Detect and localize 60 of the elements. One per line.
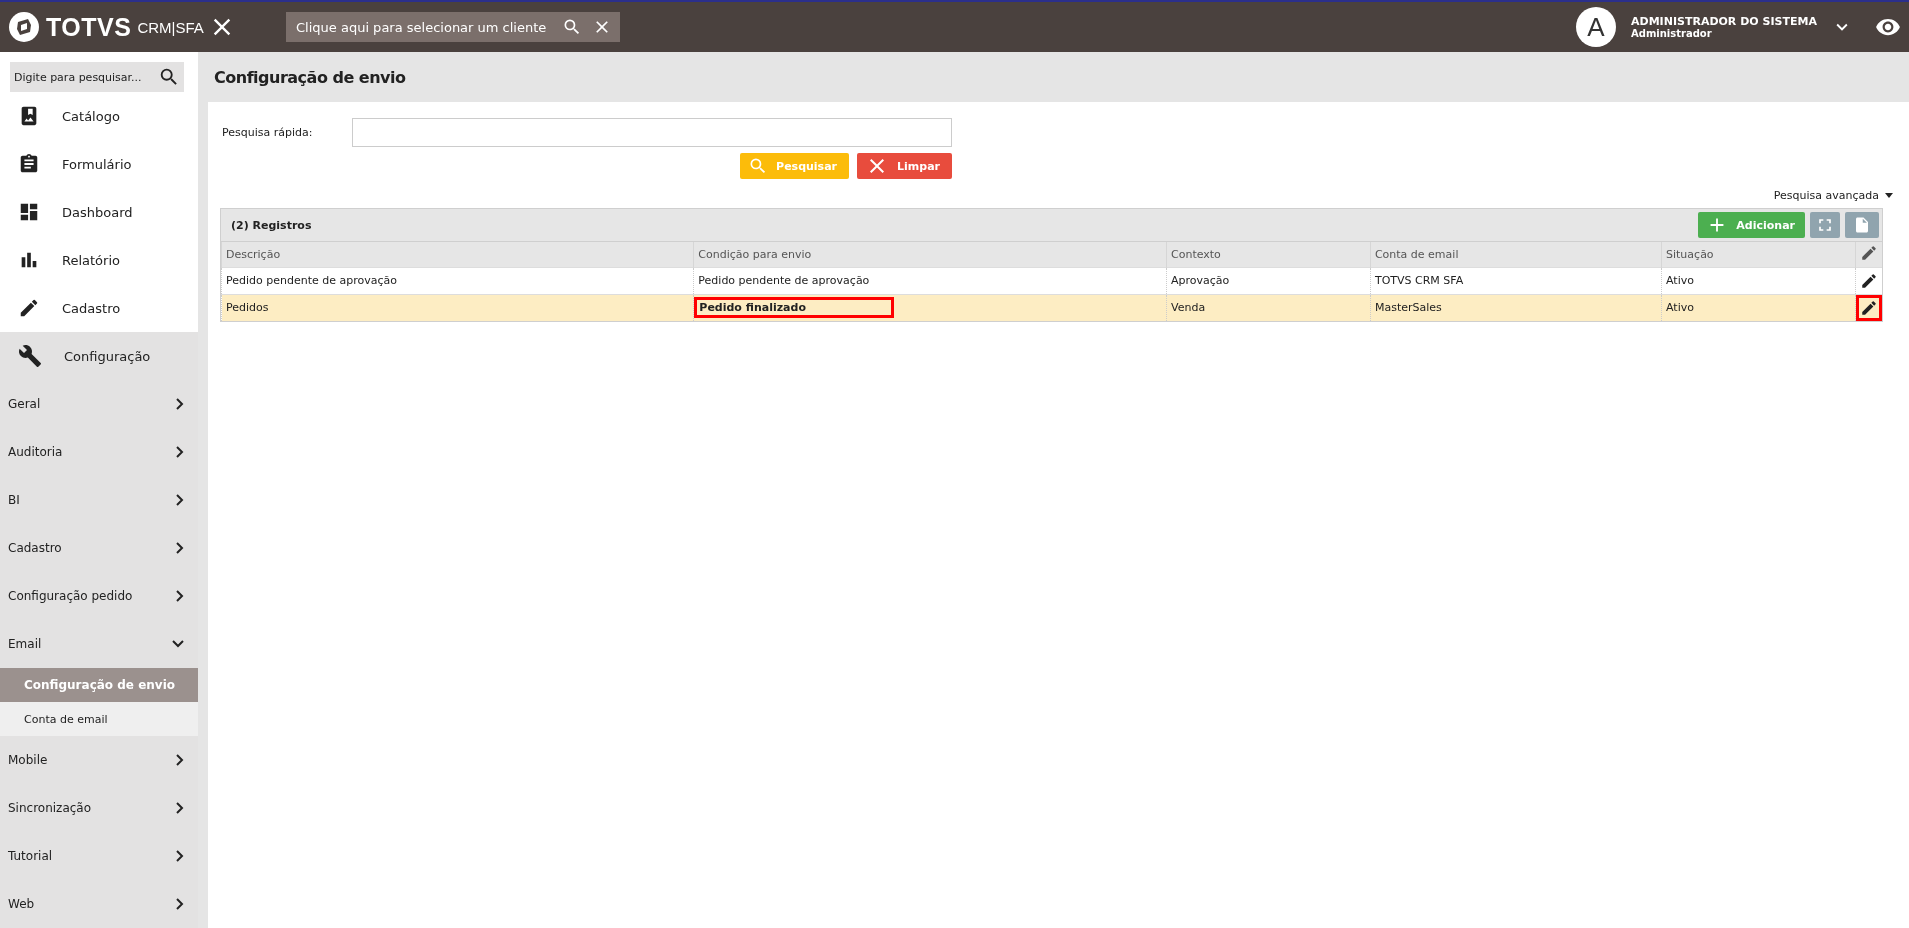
client-search-field[interactable]: Clique aqui para selecionar um cliente <box>286 12 620 42</box>
user-role: Administrador <box>1631 28 1713 39</box>
table-cell: Ativo <box>1666 274 1694 287</box>
column-header: Descrição <box>221 242 694 267</box>
file-icon <box>1853 216 1871 234</box>
table-row[interactable]: Pedidos Pedido finalizado Venda MasterSales Ativo <box>221 294 1882 321</box>
sidebar-subitem[interactable]: Cadastro <box>0 524 198 572</box>
sidebar-item[interactable]: Cadastro <box>0 284 198 332</box>
advanced-search-link[interactable]: Pesquisa avançada <box>1773 189 1893 202</box>
column-header: Contexto <box>1166 242 1371 267</box>
sidebar-subitem[interactable]: Mobile <box>0 736 198 784</box>
pencil-icon[interactable] <box>1860 243 1878 262</box>
column-header: Conta de email <box>1370 242 1662 267</box>
user-name: ADMINISTRADOR DO SISTEMA <box>1631 15 1818 28</box>
clear-button[interactable]: Limpar <box>857 153 952 179</box>
sidebar-subitem[interactable]: Configuração pedido <box>0 572 198 620</box>
logo-icon <box>8 11 40 43</box>
search-icon[interactable] <box>158 66 180 88</box>
wrench-icon <box>18 344 42 368</box>
sidebar-item[interactable]: Formulário <box>0 140 198 188</box>
dashboard-icon <box>18 201 40 223</box>
edit-button[interactable] <box>1856 294 1882 321</box>
sidebar-search-field[interactable]: Digite para pesquisar... <box>10 62 184 92</box>
product-name: CRM|SFA <box>137 18 204 36</box>
page-title: Configuração de envio <box>214 67 406 87</box>
column-header: Situação <box>1661 242 1856 267</box>
caret-icon <box>1885 193 1893 198</box>
sidebar-subitem[interactable]: Geral <box>0 380 198 428</box>
table-cell: TOTVS CRM SFA <box>1374 274 1464 287</box>
sidebar-subitem[interactable]: BI <box>0 476 198 524</box>
table-cell: MasterSales <box>1374 301 1442 314</box>
column-header: Condição para envio <box>693 242 1167 267</box>
user-avatar[interactable]: A <box>1576 7 1616 47</box>
field-label: Pesquisa rápida: <box>222 126 314 139</box>
table-cell: Pedido pendente de aprovação <box>226 274 398 287</box>
sidebar-item[interactable]: Relatório <box>0 236 198 284</box>
pencil-icon <box>1860 298 1878 317</box>
pencil-icon <box>1860 271 1878 290</box>
table-cell: Ativo <box>1666 301 1694 314</box>
table-cell: Pedido finalizado <box>694 297 895 318</box>
pencil-icon <box>18 297 40 319</box>
logo-text: TOTVS <box>46 12 132 42</box>
export-button[interactable] <box>1845 212 1879 238</box>
table-cell: Venda <box>1171 301 1206 314</box>
sidebar-subitem[interactable]: Auditoria <box>0 428 198 476</box>
quick-search-field[interactable] <box>352 118 952 147</box>
sidebar-item[interactable]: Catálogo <box>0 92 198 140</box>
sidebar-subitem[interactable]: Web <box>0 880 198 928</box>
sidebar-subitem[interactable]: Sincronização <box>0 784 198 832</box>
record-count: (2) Registros <box>231 218 313 232</box>
table-row[interactable]: Pedido pendente de aprovação Pedido pendente de aprovação Aprovação TOTVS CRM SFA Ativo <box>221 267 1882 294</box>
sidebar-subitem[interactable]: Email <box>0 620 198 668</box>
client-search-input[interactable]: Clique aqui para selecionar um cliente <box>294 18 552 36</box>
table-cell: Aprovação <box>1171 274 1230 287</box>
clipboard-icon <box>18 153 40 175</box>
sidebar-subitem[interactable]: Conta de email <box>0 702 198 736</box>
table-cell: Pedidos <box>226 301 269 314</box>
sidebar-subitem[interactable]: Tutorial <box>0 832 198 880</box>
sidebar-item[interactable]: Dashboard <box>0 188 198 236</box>
table-cell: Pedido pendente de aprovação <box>698 274 870 287</box>
